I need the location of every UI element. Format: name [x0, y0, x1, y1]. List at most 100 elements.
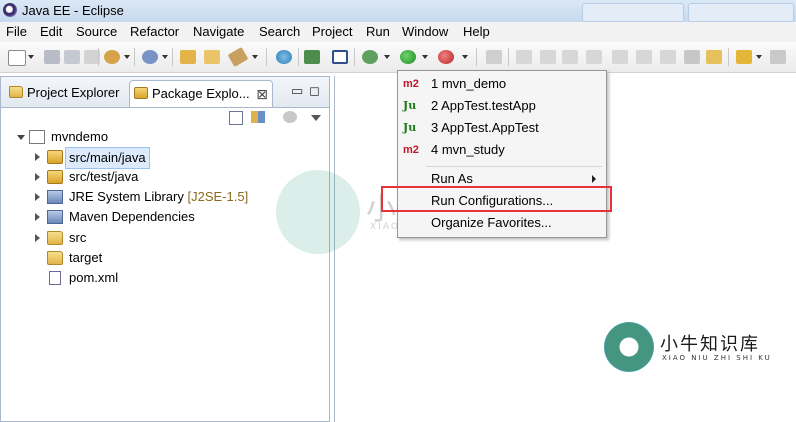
suspend-icon[interactable]	[540, 50, 556, 64]
minimize-icon[interactable]: ▭	[291, 83, 303, 99]
expand-arrow-icon[interactable]	[35, 234, 40, 242]
toolbar-separator	[298, 48, 299, 66]
menu-project[interactable]: Project	[312, 24, 352, 39]
pencil-dropdown-icon[interactable]	[252, 55, 258, 59]
project-explorer-icon	[9, 86, 23, 98]
tree-item-src-main-java[interactable]: src/main/java	[1, 147, 329, 169]
run-icon[interactable]	[400, 50, 416, 64]
tree-item-label: src/test/java	[69, 169, 139, 184]
watermark-text-small: 小牛知识库	[660, 334, 760, 355]
new-dropdown-icon[interactable]	[28, 55, 34, 59]
menu-item-mvn-demo[interactable]: m2 1 mvn_demo	[398, 73, 606, 95]
maven-project-icon	[29, 130, 45, 144]
new-class-dropdown-icon[interactable]	[162, 55, 168, 59]
run-dropdown-menu: m2 1 mvn_demo Ju 2 AppTest.testApp Ju 3 …	[397, 70, 607, 238]
expand-arrow-icon[interactable]	[35, 173, 40, 181]
menu-help[interactable]: Help	[463, 24, 490, 39]
next-annotation-icon[interactable]	[736, 50, 752, 64]
menu-search[interactable]: Search	[259, 24, 300, 39]
junit-icon: Ju	[403, 99, 417, 112]
new-server-dropdown-icon[interactable]	[124, 55, 130, 59]
pencil-icon[interactable]	[227, 46, 249, 68]
tree-item-label: src	[69, 230, 87, 245]
jre-version-decoration: [J2SE-1.5]	[187, 189, 249, 204]
maximize-icon[interactable]: ◻	[309, 83, 320, 99]
pom-file-icon	[49, 271, 61, 285]
menu-file[interactable]: File	[6, 24, 27, 39]
background-window-tab[interactable]	[582, 3, 684, 22]
previous-annotation-icon[interactable]	[770, 50, 786, 64]
toolbar-separator	[508, 48, 509, 66]
link-with-editor-icon[interactable]	[251, 111, 265, 123]
tree-item-label: target	[69, 250, 103, 265]
library-name: JRE System Library	[69, 189, 184, 204]
debug-bug-icon[interactable]	[362, 50, 378, 64]
menu-item-label: 4 mvn_study	[431, 142, 505, 157]
menu-run[interactable]: Run	[366, 24, 390, 39]
use-step-filters-icon[interactable]	[706, 50, 722, 64]
disconnect-icon[interactable]	[486, 50, 502, 64]
terminate-icon[interactable]	[562, 50, 578, 64]
save-all-icon[interactable]	[64, 50, 80, 64]
console-icon[interactable]	[332, 50, 348, 64]
open-type-icon[interactable]	[180, 50, 196, 64]
menu-navigate[interactable]: Navigate	[193, 24, 244, 39]
external-tools-icon[interactable]	[438, 50, 454, 64]
title-bar: Java EE - Eclipse	[0, 0, 796, 22]
external-tools-dropdown-icon[interactable]	[462, 55, 468, 59]
step-over-icon[interactable]	[636, 50, 652, 64]
menu-refactor[interactable]: Refactor	[130, 24, 179, 39]
annotation-dropdown-icon[interactable]	[756, 55, 762, 59]
globe-icon[interactable]	[276, 50, 292, 64]
tab-project-explorer[interactable]: Project Explorer	[5, 80, 127, 106]
new-icon[interactable]	[8, 50, 26, 66]
menu-source[interactable]: Source	[76, 24, 117, 39]
drop-to-frame-icon[interactable]	[684, 50, 700, 64]
new-server-icon[interactable]	[104, 50, 120, 64]
tab-label: Package Explo...	[152, 86, 250, 101]
watermark-logo-large	[276, 170, 360, 254]
toolbar-separator	[728, 48, 729, 66]
menu-item-mvn-study[interactable]: m2 4 mvn_study	[398, 139, 606, 161]
tree-item-pom-xml[interactable]: pom.xml	[1, 268, 329, 288]
watermark-logo-small	[604, 322, 654, 372]
expand-arrow-icon[interactable]	[35, 193, 40, 201]
library-icon	[47, 210, 63, 224]
run-dropdown-icon[interactable]	[422, 55, 428, 59]
menu-edit[interactable]: Edit	[40, 24, 62, 39]
debug-dropdown-icon[interactable]	[384, 55, 390, 59]
resume-icon[interactable]	[516, 50, 532, 64]
toolbar-separator	[172, 48, 173, 66]
menu-separator	[426, 166, 602, 167]
expand-arrow-icon[interactable]	[35, 213, 40, 221]
expand-arrow-icon[interactable]	[35, 153, 40, 161]
eclipse-icon	[3, 3, 17, 17]
junit-icon: Ju	[403, 121, 417, 134]
skip-breakpoints-icon[interactable]	[304, 50, 320, 64]
step-into-icon[interactable]	[612, 50, 628, 64]
disconnect-debug-icon[interactable]	[586, 50, 602, 64]
tree-item-mvndemo[interactable]: mvndemo	[1, 127, 329, 147]
open-folder-icon[interactable]	[204, 50, 220, 64]
save-icon[interactable]	[44, 50, 60, 64]
tab-package-explorer[interactable]: Package Explo... ⊠	[129, 80, 273, 107]
tree-item-label: pom.xml	[69, 270, 119, 285]
background-window-tab[interactable]	[688, 3, 794, 22]
focus-on-active-task-icon[interactable]	[283, 111, 297, 123]
collapse-all-icon[interactable]	[229, 111, 243, 125]
menu-item-organize-favorites[interactable]: Organize Favorites...	[398, 212, 606, 234]
m2-launch-icon: m2	[403, 144, 419, 156]
main-toolbar	[0, 42, 796, 73]
menu-item-apptest-apptest[interactable]: Ju 3 AppTest.AppTest	[398, 117, 606, 139]
toolbar-separator	[266, 48, 267, 66]
menu-item-apptest-testapp[interactable]: Ju 2 AppTest.testApp	[398, 95, 606, 117]
view-tab-strip: Project Explorer Package Explo... ⊠ ▭ ◻	[1, 77, 329, 108]
menu-item-label: 1 mvn_demo	[431, 76, 507, 91]
tree-item-label: mvndemo	[51, 129, 109, 144]
close-icon[interactable]: ⊠	[256, 81, 268, 107]
menu-window[interactable]: Window	[402, 24, 448, 39]
new-java-class-icon[interactable]	[142, 50, 158, 64]
expand-arrow-icon[interactable]	[17, 135, 25, 140]
view-menu-icon[interactable]	[311, 115, 321, 121]
step-return-icon[interactable]	[660, 50, 676, 64]
